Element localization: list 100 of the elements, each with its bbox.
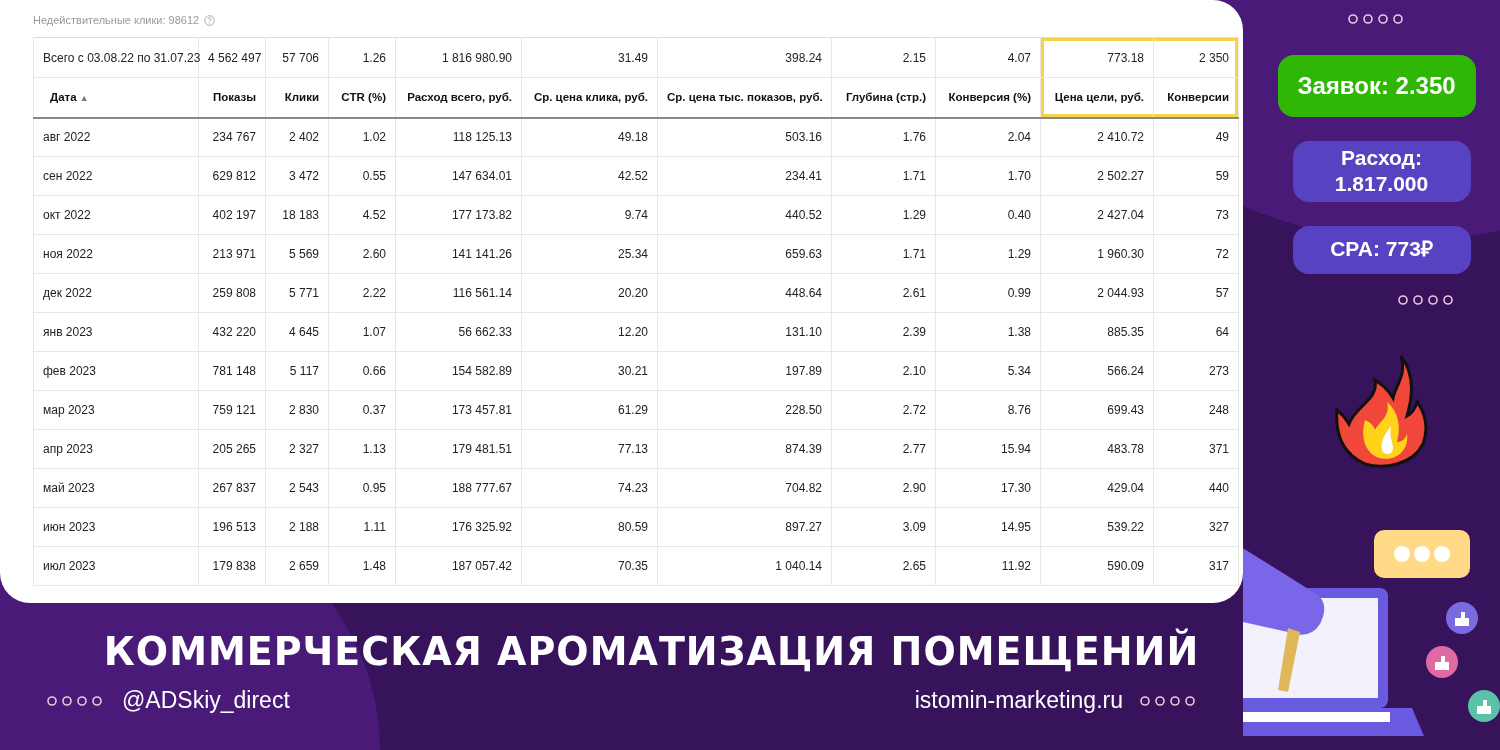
row-label: фев 2023 (33, 351, 199, 391)
table-cell: 80.59 (521, 507, 658, 547)
table-cell: 5.34 (935, 351, 1041, 391)
table-cell: 874.39 (657, 429, 832, 469)
table-cell: 0.55 (328, 156, 396, 196)
column-header[interactable]: Конверсии (1153, 77, 1239, 118)
table-cell: 1.29 (831, 195, 936, 235)
table-cell: 539.22 (1040, 507, 1154, 547)
table-cell: 131.10 (657, 312, 832, 352)
column-header[interactable]: Ср. цена клика, руб. (521, 77, 658, 118)
table-cell: 49 (1153, 117, 1239, 157)
fire-icon (1334, 353, 1429, 468)
table-cell: 629 812 (198, 156, 266, 196)
stat-badge: CPA: 773₽ (1292, 225, 1471, 274)
table-cell: 11.92 (935, 546, 1041, 586)
row-label: дек 2022 (33, 273, 199, 313)
table-cell: 2.90 (831, 468, 936, 508)
table-cell: 2 402 (265, 117, 329, 157)
table-cell: 17.30 (935, 468, 1041, 508)
table-cell: 2 502.27 (1040, 156, 1154, 196)
column-header[interactable]: Клики (265, 77, 329, 118)
row-label: сен 2022 (33, 156, 199, 196)
table-cell: 5 117 (265, 351, 329, 391)
row-label: май 2023 (33, 468, 199, 508)
column-header[interactable]: Цена цели, руб. (1040, 77, 1154, 118)
table-cell: 234 767 (198, 117, 266, 157)
table-cell: 1 040.14 (657, 546, 832, 586)
table-cell: 2 044.93 (1040, 273, 1154, 313)
table-cell: 248 (1153, 390, 1239, 430)
table-cell: 9.74 (521, 195, 658, 235)
column-header[interactable]: Ср. цена тыс. показов, руб. (657, 77, 832, 118)
stat-badge: Расход: 1.817.000 (1292, 141, 1471, 202)
table-cell: 1.11 (328, 507, 396, 547)
table-cell: 0.37 (328, 390, 396, 430)
table-cell: 0.99 (935, 273, 1041, 313)
column-header[interactable]: Расход всего, руб. (395, 77, 522, 118)
table-cell: 8.76 (935, 390, 1041, 430)
table-cell: 503.16 (657, 117, 832, 157)
sort-indicator[interactable]: ▲ (79, 93, 89, 104)
table-cell: 2 410.72 (1040, 117, 1154, 157)
table-cell: 781 148 (198, 351, 266, 391)
table-cell: 141 141.26 (395, 234, 522, 274)
table-cell: 25.34 (521, 234, 658, 274)
invalid-clicks-label: Недействительные клики: 98612 (33, 14, 200, 26)
table-cell: 5 569 (265, 234, 329, 274)
table-cell: 1.02 (328, 117, 396, 157)
table-cell: 5 771 (265, 273, 329, 313)
column-header[interactable]: Показы (198, 77, 266, 118)
column-header[interactable]: Глубина (стр.) (831, 77, 936, 118)
table-cell: 704.82 (657, 468, 832, 508)
table-cell: 2.22 (328, 273, 396, 313)
table-cell: 327 (1153, 507, 1239, 547)
table-cell: 1.76 (831, 117, 936, 157)
table-cell: 2.04 (935, 117, 1041, 157)
table-cell: 2.72 (831, 390, 936, 430)
table-cell: 154 582.89 (395, 351, 522, 391)
table-cell: 2 427.04 (1040, 195, 1154, 235)
table-cell: 197.89 (657, 351, 832, 391)
table-cell: 118 125.13 (395, 117, 522, 157)
table-cell: 18 183 (265, 195, 329, 235)
table-cell: 56 662.33 (395, 312, 522, 352)
table-cell: 699.43 (1040, 390, 1154, 430)
table-cell: 440 (1153, 468, 1239, 508)
totals-cell: 1 816 980.90 (395, 37, 522, 78)
table-cell: 2.10 (831, 351, 936, 391)
row-label: окт 2022 (33, 195, 199, 235)
table-cell: 259 808 (198, 273, 266, 313)
table-cell: 1.71 (831, 156, 936, 196)
table-cell: 228.50 (657, 390, 832, 430)
table-cell: 116 561.14 (395, 273, 522, 313)
table-cell: 483.78 (1040, 429, 1154, 469)
table-cell: 1 960.30 (1040, 234, 1154, 274)
table-cell: 0.66 (328, 351, 396, 391)
table-cell: 2.39 (831, 312, 936, 352)
column-header[interactable]: CTR (%) (328, 77, 396, 118)
table-cell: 3.09 (831, 507, 936, 547)
totals-cell: 31.49 (521, 37, 658, 78)
column-header[interactable]: Дата (50, 91, 77, 104)
table-cell: 1.70 (935, 156, 1041, 196)
table-cell: 70.35 (521, 546, 658, 586)
table-cell: 2 188 (265, 507, 329, 547)
table-cell: 196 513 (198, 507, 266, 547)
table-cell: 3 472 (265, 156, 329, 196)
table-cell: 57 (1153, 273, 1239, 313)
column-header[interactable]: Конверсия (%) (935, 77, 1041, 118)
banner-title: КОММЕРЧЕСКАЯ АРОМАТИЗАЦИЯ ПОМЕЩЕНИЙ (102, 627, 1201, 675)
table-cell: 2 327 (265, 429, 329, 469)
table-cell: 49.18 (521, 117, 658, 157)
table-cell: 2 659 (265, 546, 329, 586)
totals-cell: 2 350 (1153, 37, 1239, 78)
table-cell: 897.27 (657, 507, 832, 547)
table-cell: 15.94 (935, 429, 1041, 469)
website-link[interactable]: istomin-marketing.ru (914, 687, 1123, 714)
table-cell: 273 (1153, 351, 1239, 391)
table-cell: 2.65 (831, 546, 936, 586)
table-cell: 73 (1153, 195, 1239, 235)
totals-label: Всего с 03.08.22 по 31.07.23 (33, 37, 199, 78)
table-cell: 371 (1153, 429, 1239, 469)
help-icon[interactable] (204, 14, 216, 26)
table-cell: 77.13 (521, 429, 658, 469)
